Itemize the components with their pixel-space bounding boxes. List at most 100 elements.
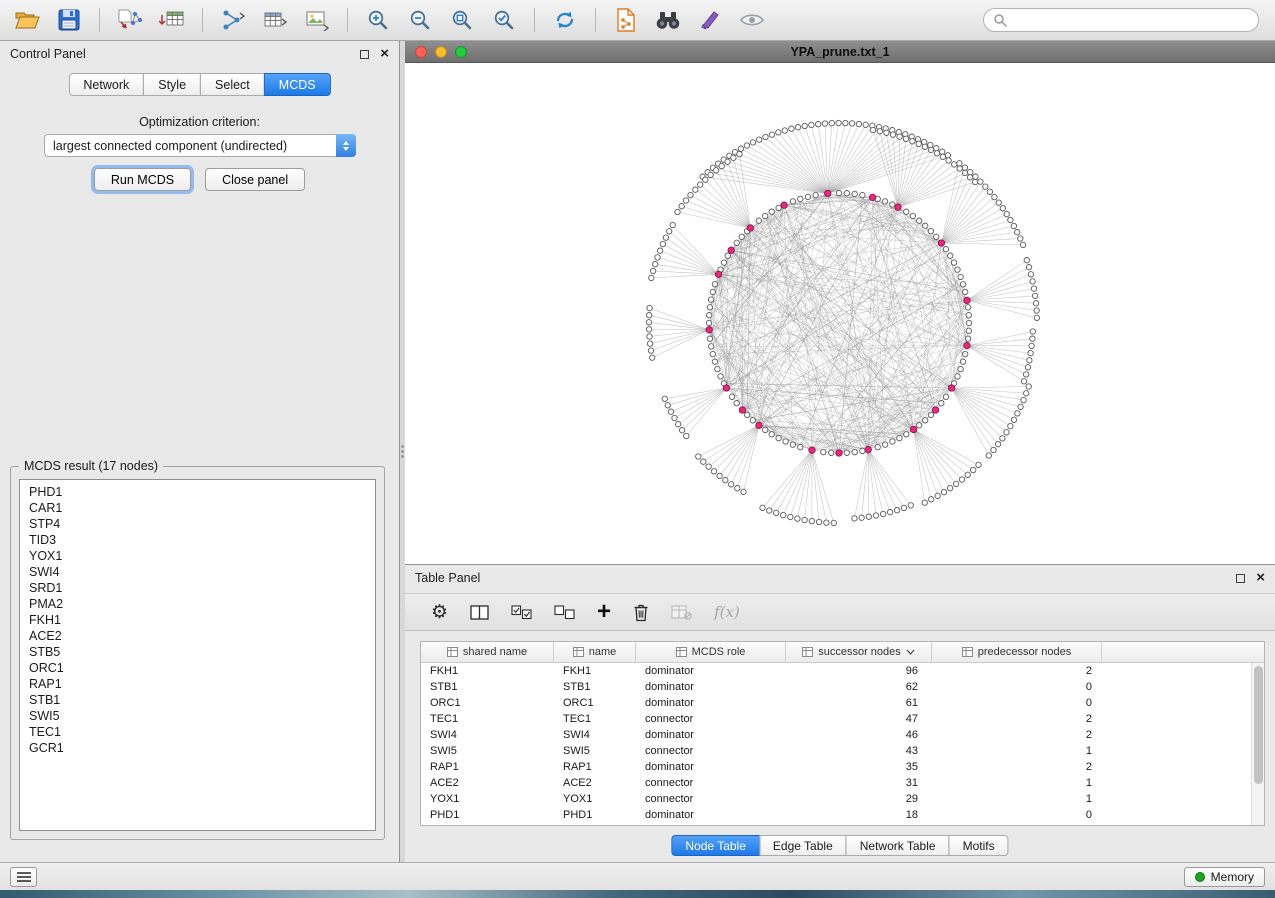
table-cell-successor-nodes: 46	[786, 727, 932, 743]
table-cell-shared-name: TEC1	[421, 711, 554, 727]
search-input[interactable]	[1012, 13, 1249, 27]
run-mcds-button[interactable]: Run MCDS	[94, 168, 191, 191]
mcds-buttons-row: Run MCDS Close panel	[0, 168, 399, 191]
network-canvas[interactable]	[405, 63, 1275, 564]
control-panel-title: Control Panel	[10, 47, 86, 61]
network-view-panel: YPA_prune.txt_1	[405, 41, 1275, 564]
table-row[interactable]: ACE2ACE2connector311	[421, 775, 1264, 791]
table-row[interactable]: PHD1PHD1dominator180	[421, 807, 1264, 823]
tab-mcds[interactable]: MCDS	[264, 73, 331, 96]
mcds-result-item[interactable]: STB1	[20, 692, 375, 708]
mcds-result-item[interactable]: TID3	[20, 532, 375, 548]
table-panel: Table Panel × ⚙ + f(x)	[405, 564, 1275, 862]
table-cell-successor-nodes: 29	[786, 791, 932, 807]
float-table-panel-icon[interactable]	[1236, 574, 1245, 583]
find-button[interactable]	[651, 5, 685, 35]
task-history-button[interactable]	[10, 867, 37, 887]
criterion-select[interactable]: largest connected component (undirected)	[44, 134, 356, 157]
mcds-result-list[interactable]: PHD1CAR1STP4TID3YOX1SWI4SRD1PMA2FKH1ACE2…	[19, 479, 376, 831]
save-session-button[interactable]	[52, 5, 86, 35]
mcds-result-item[interactable]: PMA2	[20, 596, 375, 612]
close-panel-button[interactable]: Close panel	[205, 168, 305, 191]
zoom-fit-button[interactable]	[445, 5, 479, 35]
mcds-result-item[interactable]: CAR1	[20, 500, 375, 516]
add-column-icon[interactable]: +	[597, 602, 611, 622]
mcds-result-item[interactable]: FKH1	[20, 612, 375, 628]
import-network-button[interactable]	[113, 5, 147, 35]
save-floppy-icon	[58, 9, 80, 31]
table-row[interactable]: YOX1YOX1connector291	[421, 791, 1264, 807]
table-cell-shared-name: PHD1	[421, 807, 554, 823]
table-row[interactable]: RAP1RAP1dominator352	[421, 759, 1264, 775]
table-row[interactable]: STB1STB1dominator620	[421, 679, 1264, 695]
mcds-result-item[interactable]: ORC1	[20, 660, 375, 676]
style-preview-button[interactable]	[693, 5, 727, 35]
column-header-name[interactable]: name	[554, 642, 636, 662]
new-network-button[interactable]	[216, 5, 250, 35]
toolbar-separator	[99, 8, 100, 32]
table-settings-icon[interactable]: ⚙	[431, 603, 448, 622]
close-control-panel-icon[interactable]: ×	[380, 49, 389, 59]
mcds-result-item[interactable]: PHD1	[20, 484, 375, 500]
mcds-result-item[interactable]: ACE2	[20, 628, 375, 644]
mcds-result-item[interactable]: STP4	[20, 516, 375, 532]
mcds-result-item[interactable]: GCR1	[20, 740, 375, 756]
table-cell-mcds-role: dominator	[636, 663, 786, 679]
table-row[interactable]: FKH1FKH1dominator962	[421, 663, 1264, 679]
column-header-predecessor-nodes[interactable]: predecessor nodes	[932, 642, 1102, 662]
mcds-result-item[interactable]: RAP1	[20, 676, 375, 692]
close-table-panel-icon[interactable]: ×	[1256, 573, 1265, 583]
zoom-in-button[interactable]	[361, 5, 395, 35]
table-row[interactable]: ORC1ORC1dominator610	[421, 695, 1264, 711]
mcds-result-item[interactable]: YOX1	[20, 548, 375, 564]
table-scrollbar[interactable]	[1251, 663, 1264, 825]
table-toolbar: ⚙ + f(x)	[405, 593, 1275, 631]
zoom-out-button[interactable]	[403, 5, 437, 35]
column-header-shared-name[interactable]: shared name	[421, 642, 554, 662]
mcds-result-item[interactable]: TEC1	[20, 724, 375, 740]
memory-button[interactable]: Memory	[1184, 867, 1265, 887]
table-row[interactable]: SWI4SWI4dominator462	[421, 727, 1264, 743]
network-window-title: YPA_prune.txt_1	[405, 45, 1275, 59]
delete-icon[interactable]	[633, 603, 649, 622]
apply-layout-button[interactable]	[548, 5, 582, 35]
select-all-icon[interactable]	[511, 605, 532, 620]
search-box[interactable]	[983, 8, 1259, 32]
scrollbar-thumb[interactable]	[1254, 666, 1263, 784]
column-header-mcds-role[interactable]: MCDS role	[636, 642, 786, 662]
table-row[interactable]: TEC1TEC1connector472	[421, 711, 1264, 727]
table-cell-predecessor-nodes: 2	[932, 663, 1102, 679]
mcds-result-item[interactable]: STB5	[20, 644, 375, 660]
deselect-all-icon[interactable]	[554, 605, 575, 620]
open-session-button[interactable]	[10, 5, 44, 35]
tab-style[interactable]: Style	[143, 73, 201, 96]
table-row[interactable]: SWI5SWI5connector431	[421, 743, 1264, 759]
tab-motifs[interactable]: Motifs	[949, 835, 1009, 856]
main-toolbar	[0, 0, 1275, 41]
table-cell-predecessor-nodes: 2	[932, 711, 1102, 727]
new-table-button[interactable]	[258, 5, 292, 35]
import-table-button[interactable]	[155, 5, 189, 35]
new-network-icon	[221, 9, 245, 31]
show-columns-icon[interactable]	[470, 605, 489, 620]
tab-node-table[interactable]: Node Table	[671, 835, 760, 856]
network-window-titlebar[interactable]: YPA_prune.txt_1	[405, 41, 1275, 63]
list-icon	[17, 872, 31, 882]
table-cell-successor-nodes: 47	[786, 711, 932, 727]
mcds-result-item[interactable]: SWI4	[20, 564, 375, 580]
show-hide-button[interactable]	[735, 5, 769, 35]
export-image-button[interactable]	[300, 5, 334, 35]
zoom-selected-button[interactable]	[487, 5, 521, 35]
tab-network-table[interactable]: Network Table	[846, 835, 950, 856]
tab-network[interactable]: Network	[68, 73, 144, 96]
mcds-result-item[interactable]: SRD1	[20, 580, 375, 596]
mcds-result-item[interactable]: SWI5	[20, 708, 375, 724]
tab-edge-table[interactable]: Edge Table	[759, 835, 847, 856]
status-bar: Memory	[0, 862, 1275, 890]
import-table-icon	[159, 9, 185, 31]
table-cell-successor-nodes: 62	[786, 679, 932, 695]
column-header-successor-nodes[interactable]: successor nodes	[786, 642, 932, 662]
clone-network-button[interactable]	[609, 5, 643, 35]
float-panel-icon[interactable]	[360, 50, 369, 59]
tab-select[interactable]: Select	[200, 73, 265, 96]
